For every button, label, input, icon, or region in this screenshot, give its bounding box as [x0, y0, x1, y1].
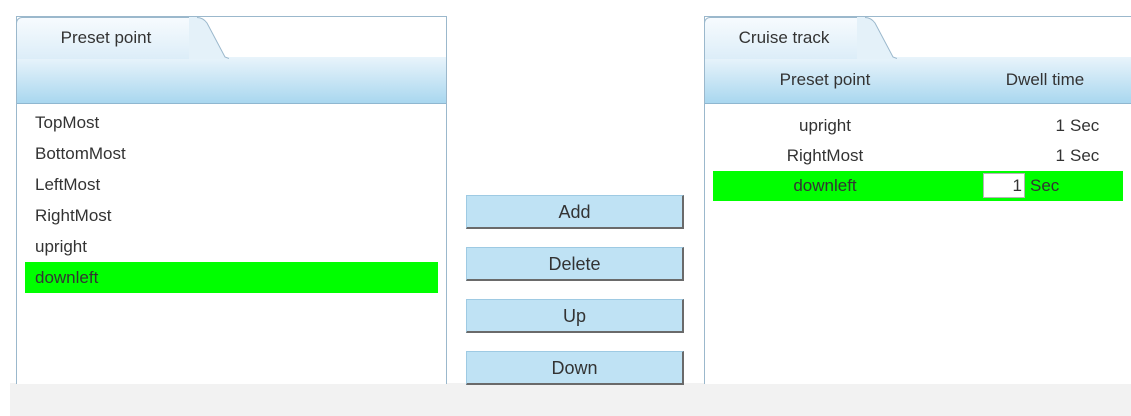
column-header-dwell-time: Dwell time: [1005, 70, 1085, 89]
list-item-selected[interactable]: downleft: [25, 262, 438, 293]
preset-panel-header: [17, 57, 446, 104]
tab-preset-point[interactable]: Preset point: [16, 17, 196, 59]
list-item[interactable]: RightMost: [25, 200, 438, 231]
row-dwell-unit: Sec: [1070, 116, 1100, 135]
row-preset-name: RightMost: [786, 146, 864, 165]
list-item[interactable]: BottomMost: [25, 138, 438, 169]
preset-point-panel: Preset point TopMost BottomMost LeftMost…: [16, 16, 447, 384]
row-dwell-value: 1: [1055, 146, 1065, 165]
dwell-time-input[interactable]: 1: [983, 173, 1025, 198]
delete-button[interactable]: Delete: [466, 247, 684, 281]
table-row-selected[interactable]: downleft 1 Sec: [713, 171, 1123, 201]
list-item[interactable]: TopMost: [25, 107, 438, 138]
tab-cruise-track-label: Cruise track: [738, 28, 830, 47]
row-dwell-value: 1: [1055, 116, 1065, 135]
list-item[interactable]: upright: [25, 231, 438, 262]
table-row[interactable]: RightMost 1 Sec: [713, 141, 1123, 171]
down-button[interactable]: Down: [466, 351, 684, 385]
row-preset-name: downleft: [793, 176, 857, 195]
table-row[interactable]: upright 1 Sec: [713, 111, 1123, 141]
list-item[interactable]: LeftMost: [25, 169, 438, 200]
footer-strip: [10, 383, 1131, 416]
tab-slant-shape: [189, 17, 229, 59]
tab-cruise-track[interactable]: Cruise track: [704, 17, 864, 59]
cruise-track-list: upright 1 Sec RightMost 1 Sec downleft 1…: [705, 111, 1131, 201]
tab-slant-shape: [857, 17, 897, 59]
tab-preset-point-label: Preset point: [60, 28, 152, 47]
cruise-track-panel: Cruise track Preset point Dwell time upr…: [704, 16, 1131, 384]
column-header-preset-point: Preset point: [779, 70, 871, 89]
row-preset-name: upright: [799, 116, 851, 135]
up-button[interactable]: Up: [466, 299, 684, 333]
add-button[interactable]: Add: [466, 195, 684, 229]
row-dwell-unit: Sec: [1030, 176, 1060, 195]
preset-point-list: TopMost BottomMost LeftMost RightMost up…: [17, 103, 446, 293]
row-dwell-unit: Sec: [1070, 146, 1100, 165]
